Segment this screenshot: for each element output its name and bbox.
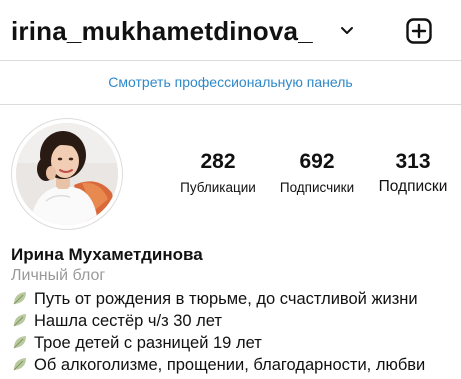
chevron-down-icon[interactable]: [340, 26, 354, 36]
bio-text: Об алкоголизме, прощении, благодарности,…: [34, 356, 426, 374]
leaf-emoji-icon: [13, 358, 26, 371]
professional-dashboard-link[interactable]: Смотреть профессиональную панель: [0, 73, 461, 91]
profile-photo: [16, 123, 118, 225]
posts-count[interactable]: 282 Публикации: [172, 150, 264, 198]
profile-name: Ирина Мухаметдинова: [11, 245, 203, 264]
bio-line: Трое детей с разницей 19 лет: [11, 332, 262, 354]
bio-line: Нашла сестёр ч/з 30 лет: [11, 310, 222, 332]
posts-label: Публикации: [180, 180, 256, 195]
posts-value: 282: [200, 150, 236, 173]
header-divider: [0, 60, 461, 61]
followers-value: 692: [299, 150, 335, 173]
bio-text: Трое детей с разницей 19 лет: [34, 334, 262, 352]
plus-square-icon[interactable]: [406, 18, 432, 44]
dashboard-divider: [0, 104, 461, 105]
followers-count[interactable]: 692 Подписчики: [270, 150, 364, 198]
following-value: 313: [395, 150, 431, 173]
following-count[interactable]: 313 Подписки: [370, 150, 456, 197]
followers-label: Подписчики: [279, 180, 355, 195]
profile-header: irina_mukhametdinova_: [0, 0, 461, 62]
profile-category: Личный блог: [11, 267, 106, 284]
following-label: Подписки: [378, 178, 448, 195]
username[interactable]: irina_mukhametdinova_: [11, 14, 313, 48]
avatar[interactable]: [11, 118, 123, 230]
bio-line: Путь от рождения в тюрьме, до счастливой…: [11, 288, 418, 310]
leaf-emoji-icon: [13, 314, 26, 327]
bio-text: Путь от рождения в тюрьме, до счастливой…: [34, 290, 418, 308]
bio-line: Об алкоголизме, прощении, благодарности,…: [11, 354, 425, 376]
leaf-emoji-icon: [13, 292, 26, 305]
leaf-emoji-icon: [13, 336, 26, 349]
bio-text: Нашла сестёр ч/з 30 лет: [34, 312, 222, 330]
